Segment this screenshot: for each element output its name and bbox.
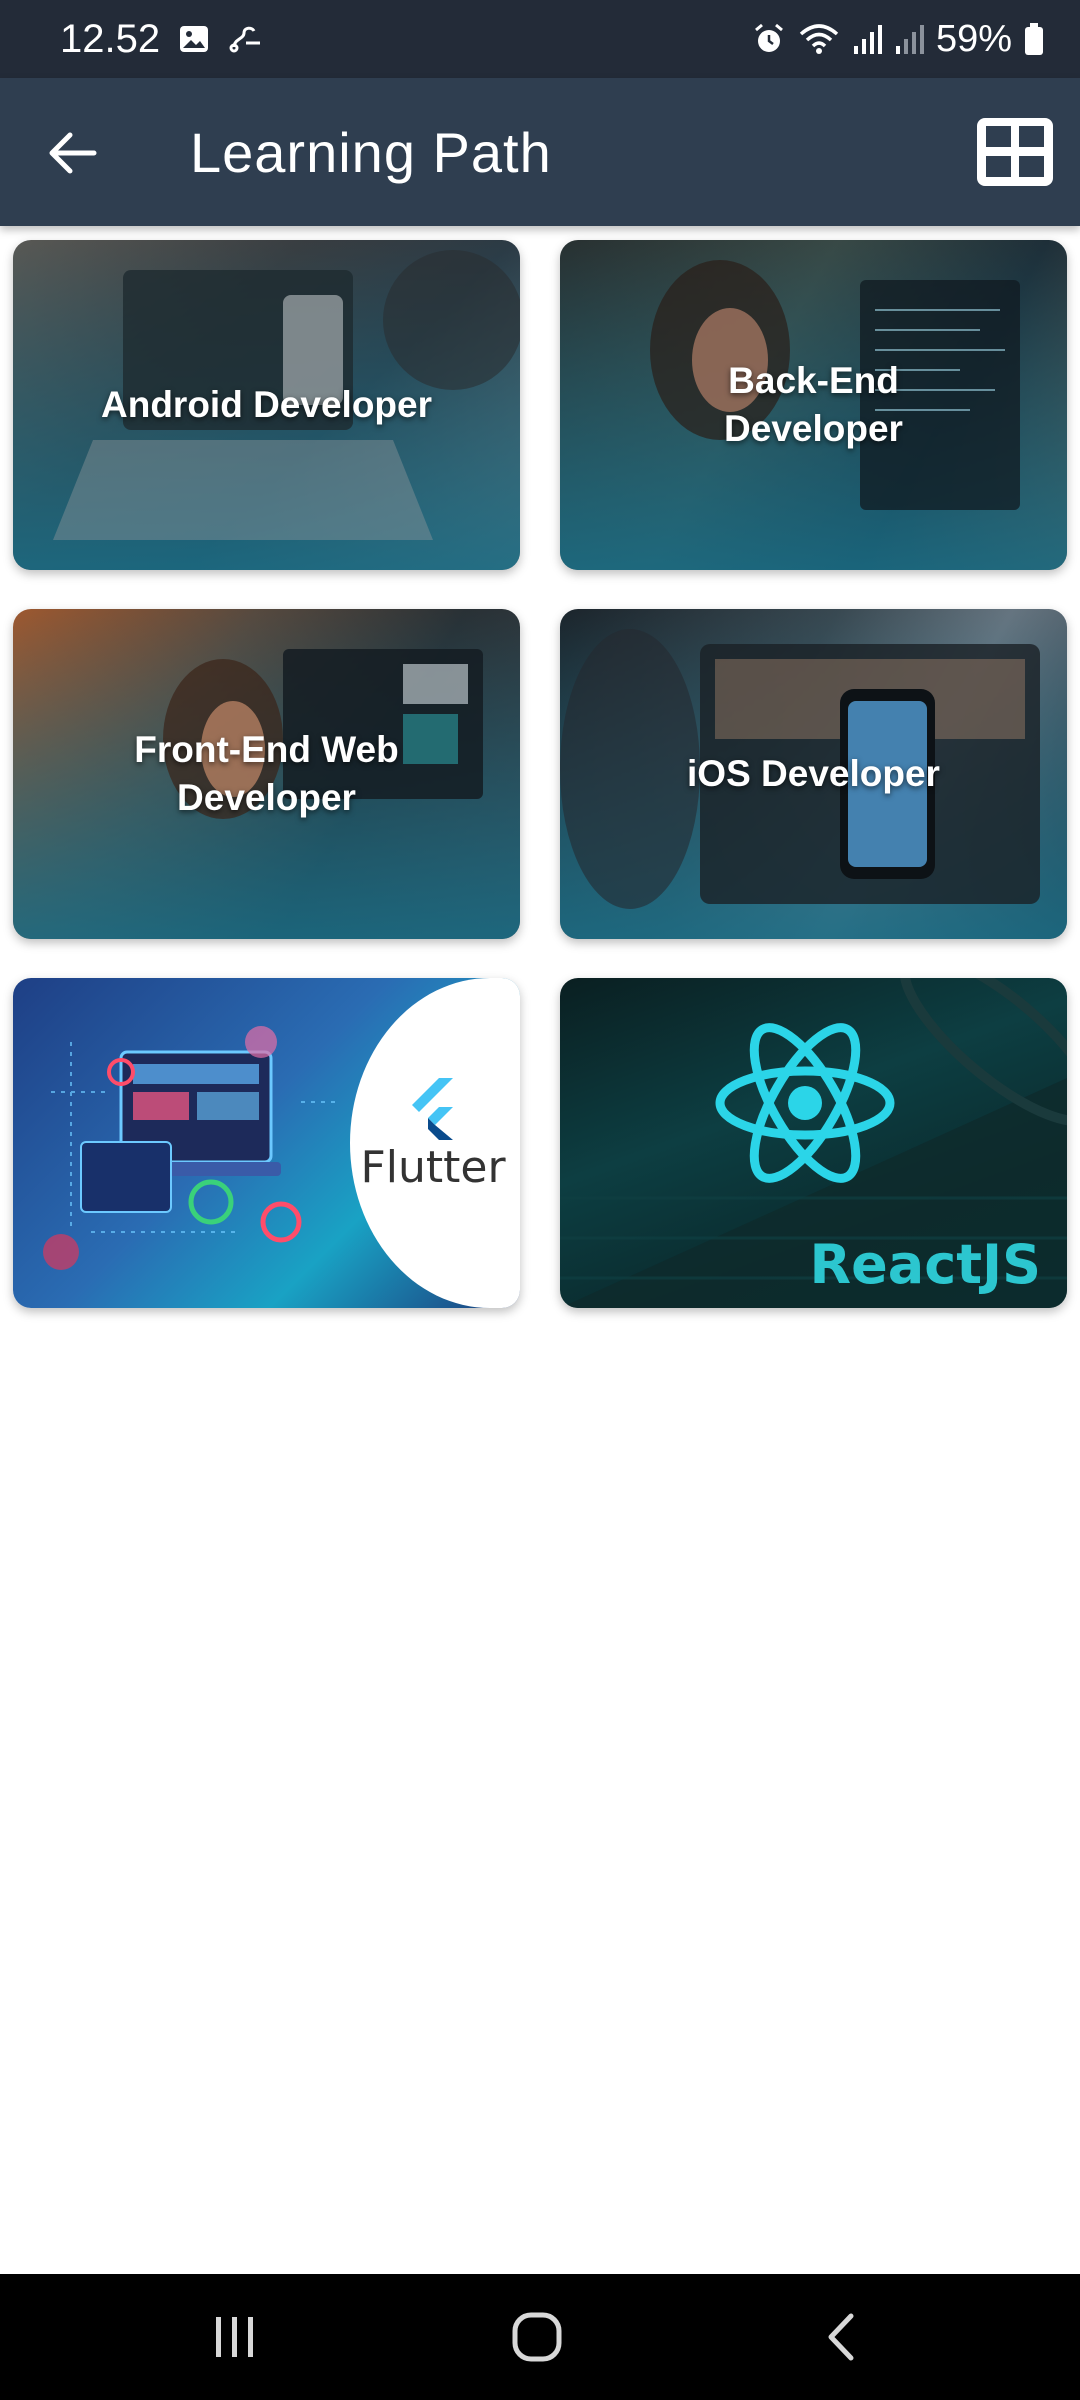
back-button[interactable] [38,122,108,184]
system-nav-bar [0,2274,1080,2400]
grid-view-button[interactable] [974,114,1056,190]
nav-back-button[interactable] [760,2274,920,2400]
flutter-label: Flutter [360,1142,506,1193]
card-flutter[interactable]: Flutter [13,978,520,1308]
card-back-end-developer[interactable]: Back-End Developer [560,240,1067,570]
status-right: 59% [752,0,1044,78]
link-icon [228,23,264,55]
recents-icon [216,2317,253,2357]
gallery-icon [178,23,210,55]
signal-icon-2 [894,22,924,56]
back-icon [828,2313,854,2361]
battery-icon [1024,22,1044,56]
home-icon [512,2312,562,2362]
tech-illustration [43,1026,341,1270]
card-android-developer[interactable]: Android Developer [13,240,520,570]
home-button[interactable] [457,2274,617,2400]
arrow-left-icon [49,132,97,174]
battery-percent: 59% [935,17,1012,60]
flutter-logo-icon [412,1078,453,1140]
card-label: Android Developer [101,384,432,425]
wifi-icon [798,22,840,56]
card-reactjs[interactable]: ReactJS [560,978,1067,1308]
card-label: iOS Developer [687,753,940,794]
alarm-icon [752,22,786,56]
recents-button[interactable] [155,2274,315,2400]
grid-view-icon [977,118,1053,186]
status-time: 12.52 [60,16,161,61]
app-bar: Learning Path [0,78,1080,226]
status-bar: 12.52 59% [0,0,1080,78]
card-label: Front-End Web Developer [134,729,399,818]
signal-icon [852,22,882,56]
card-ios-developer[interactable]: iOS Developer [560,609,1067,939]
page-title: Learning Path [190,120,552,184]
react-logo-icon [715,1023,895,1183]
status-left: 12.52 [60,0,264,78]
card-front-end-web-developer[interactable]: Front-End Web Developer [13,609,520,939]
card-label: Back-End Developer [724,360,903,449]
reactjs-label: ReactJS [809,1233,1041,1296]
flutter-logo: Flutter [360,1078,506,1193]
